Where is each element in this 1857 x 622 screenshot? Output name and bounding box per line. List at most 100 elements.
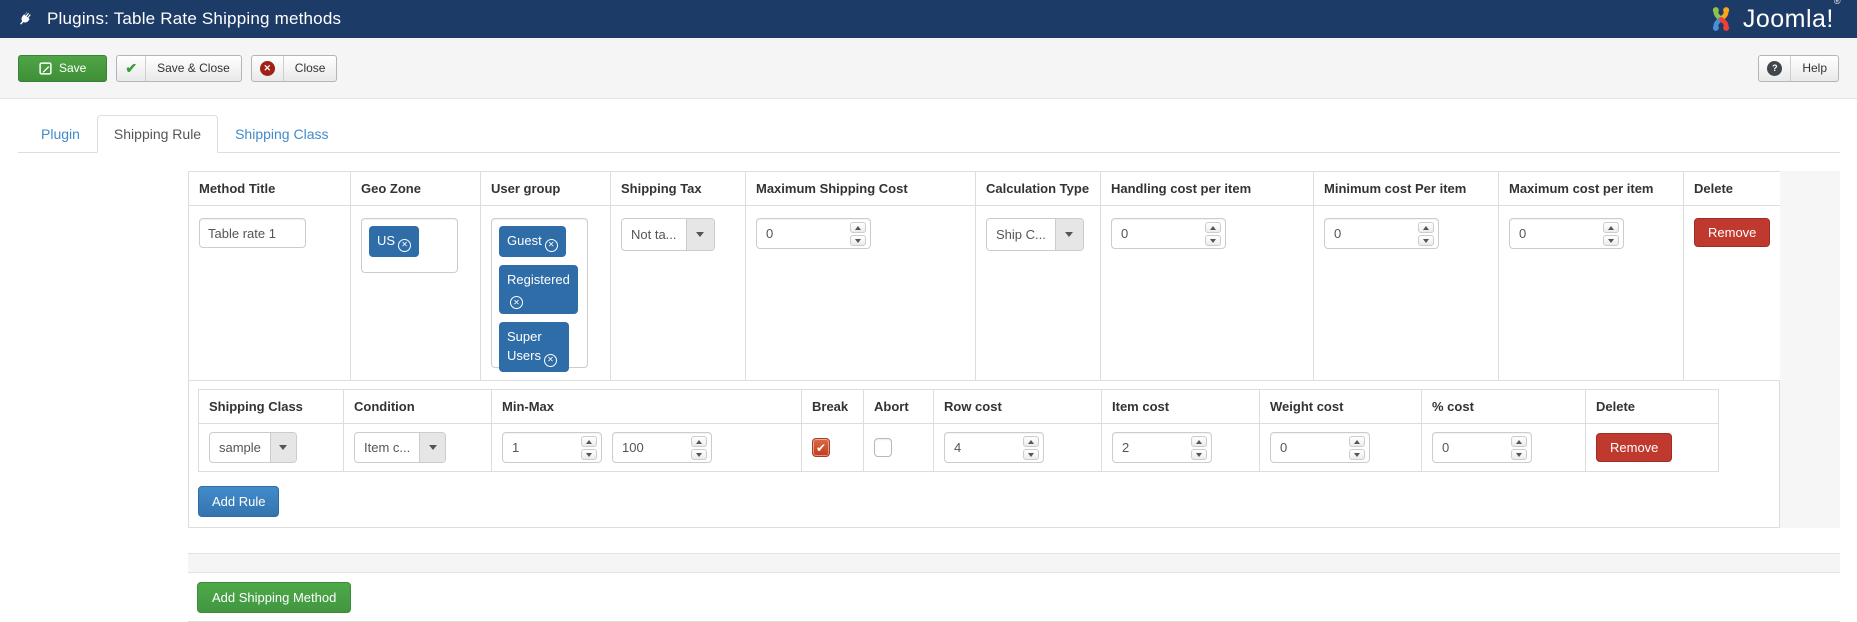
spinner-up-button[interactable] [1418, 222, 1434, 233]
col-item-cost: Item cost [1102, 390, 1260, 424]
tab-plugin[interactable]: Plugin [24, 115, 97, 153]
plugin-plug-icon [16, 10, 34, 28]
method-title-input[interactable]: Table rate 1 [199, 218, 306, 248]
add-shipping-method-button[interactable]: Add Shipping Method [197, 582, 351, 613]
spinner-down-button[interactable] [1418, 235, 1434, 246]
minimum-cost-input[interactable]: 0 [1324, 218, 1439, 249]
spinner-down-button[interactable] [1191, 449, 1207, 460]
weight-cost-input[interactable]: 0 [1270, 432, 1370, 463]
tab-shipping-class[interactable]: Shipping Class [218, 115, 345, 153]
help-button[interactable]: ? Help [1758, 55, 1839, 82]
close-circle-icon: ✕ [252, 56, 284, 81]
spinner-up-button[interactable] [581, 436, 597, 447]
max-shipping-cost-input[interactable]: 0 [756, 218, 871, 249]
col-condition: Condition [344, 390, 492, 424]
abort-checkbox[interactable]: ✔ [874, 438, 892, 457]
spinner-up-button[interactable] [1349, 436, 1365, 447]
shipping-rule-panel: Method Title Geo Zone User group Shippin… [188, 171, 1840, 622]
calculation-type-select[interactable]: Ship C... [986, 218, 1084, 251]
spinner-up-button[interactable] [1205, 222, 1221, 233]
joomla-logo-text: Joomla!® [1743, 5, 1841, 34]
maximum-cost-input[interactable]: 0 [1509, 218, 1624, 249]
handling-cost-input[interactable]: 0 [1111, 218, 1226, 249]
empty-method-stripe [188, 553, 1840, 573]
save-and-close-button[interactable]: ✔ Save & Close [116, 55, 241, 82]
spinner-up-button[interactable] [1511, 436, 1527, 447]
col-delete: Delete [1684, 172, 1781, 206]
add-rule-button[interactable]: Add Rule [198, 486, 279, 517]
user-group-multiselect[interactable]: Guest✕ Registered✕ Super Users✕ [491, 218, 588, 368]
col-calculation-type: Calculation Type [976, 172, 1101, 206]
percent-cost-input[interactable]: 0 [1432, 432, 1532, 463]
spinner-down-button[interactable] [581, 449, 597, 460]
user-group-tag-guest: Guest✕ [499, 226, 566, 257]
col-rule-delete: Delete [1586, 390, 1719, 424]
col-method-title: Method Title [189, 172, 351, 206]
col-min-cost: Minimum cost Per item [1314, 172, 1499, 206]
col-handling-cost: Handling cost per item [1101, 172, 1314, 206]
shipping-class-select[interactable]: sample [209, 432, 297, 463]
col-user-group: User group [481, 172, 611, 206]
shipping-methods-table: Method Title Geo Zone User group Shippin… [188, 171, 1781, 381]
spinner-down-button[interactable] [691, 449, 707, 460]
max-input[interactable]: 100 [612, 432, 712, 463]
col-shipping-tax: Shipping Tax [611, 172, 746, 206]
save-button[interactable]: Save [18, 55, 107, 82]
geo-zone-multiselect[interactable]: US✕ [361, 218, 458, 273]
break-checkbox[interactable]: ✔ [812, 438, 830, 457]
col-break: Break [802, 390, 864, 424]
spinner-down-button[interactable] [850, 235, 866, 246]
tag-remove-icon[interactable]: ✕ [545, 239, 558, 252]
min-input[interactable]: 1 [502, 432, 602, 463]
tab-shipping-rule[interactable]: Shipping Rule [97, 115, 218, 153]
spinner-down-button[interactable] [1023, 449, 1039, 460]
table-right-gutter [1780, 171, 1840, 528]
user-group-tag-super-users: Super Users✕ [499, 322, 569, 372]
col-shipping-class: Shipping Class [199, 390, 344, 424]
tag-remove-icon[interactable]: ✕ [544, 354, 557, 367]
page-title: Plugins: Table Rate Shipping methods [47, 9, 341, 29]
chevron-down-icon [420, 433, 445, 462]
shipping-tax-select[interactable]: Not ta... [621, 218, 715, 251]
shipping-rules-table: Shipping Class Condition Min-Max Break A… [198, 389, 1719, 472]
chevron-down-icon [271, 433, 296, 462]
row-cost-input[interactable]: 4 [944, 432, 1044, 463]
col-min-max: Min-Max [492, 390, 802, 424]
joomla-logo: Joomla!® [1706, 4, 1841, 34]
item-cost-input[interactable]: 2 [1112, 432, 1212, 463]
col-geo-zone: Geo Zone [351, 172, 481, 206]
col-max-cost: Maximum cost per item [1499, 172, 1684, 206]
rules-header-row: Shipping Class Condition Min-Max Break A… [199, 390, 1719, 424]
toolbar: Save ✔ Save & Close ✕ Close ? Help [0, 38, 1857, 99]
spinner-up-button[interactable] [691, 436, 707, 447]
spinner-down-button[interactable] [1205, 235, 1221, 246]
close-button[interactable]: ✕ Close [251, 55, 338, 82]
chevron-down-icon [1056, 219, 1083, 250]
rules-area: Shipping Class Condition Min-Max Break A… [188, 381, 1780, 528]
joomla-logo-icon [1706, 4, 1736, 34]
registered-mark: ® [1834, 0, 1841, 6]
geo-zone-tag-us: US✕ [369, 226, 419, 257]
check-icon: ✔ [117, 56, 146, 81]
col-percent-cost: % cost [1422, 390, 1586, 424]
tag-remove-icon[interactable]: ✕ [398, 239, 411, 252]
spinner-down-button[interactable] [1349, 449, 1365, 460]
col-row-cost: Row cost [934, 390, 1102, 424]
remove-method-button[interactable]: Remove [1694, 218, 1770, 247]
spinner-down-button[interactable] [1511, 449, 1527, 460]
tag-remove-icon[interactable]: ✕ [510, 296, 523, 309]
method-row: Table rate 1 US✕ Guest✕ Registered✕ Supe… [189, 206, 1781, 381]
spinner-up-button[interactable] [1603, 222, 1619, 233]
col-max-shipping-cost: Maximum Shipping Cost [746, 172, 976, 206]
remove-rule-button[interactable]: Remove [1596, 433, 1672, 462]
condition-select[interactable]: Item c... [354, 432, 446, 463]
methods-header-row: Method Title Geo Zone User group Shippin… [189, 172, 1781, 206]
spinner-up-button[interactable] [850, 222, 866, 233]
spinner-down-button[interactable] [1603, 235, 1619, 246]
help-icon: ? [1759, 56, 1791, 81]
spinner-up-button[interactable] [1191, 436, 1207, 447]
spinner-up-button[interactable] [1023, 436, 1039, 447]
top-header-bar: Plugins: Table Rate Shipping methods Joo… [0, 0, 1857, 38]
col-weight-cost: Weight cost [1260, 390, 1422, 424]
rule-row: sample Item c... 1 [199, 424, 1719, 472]
